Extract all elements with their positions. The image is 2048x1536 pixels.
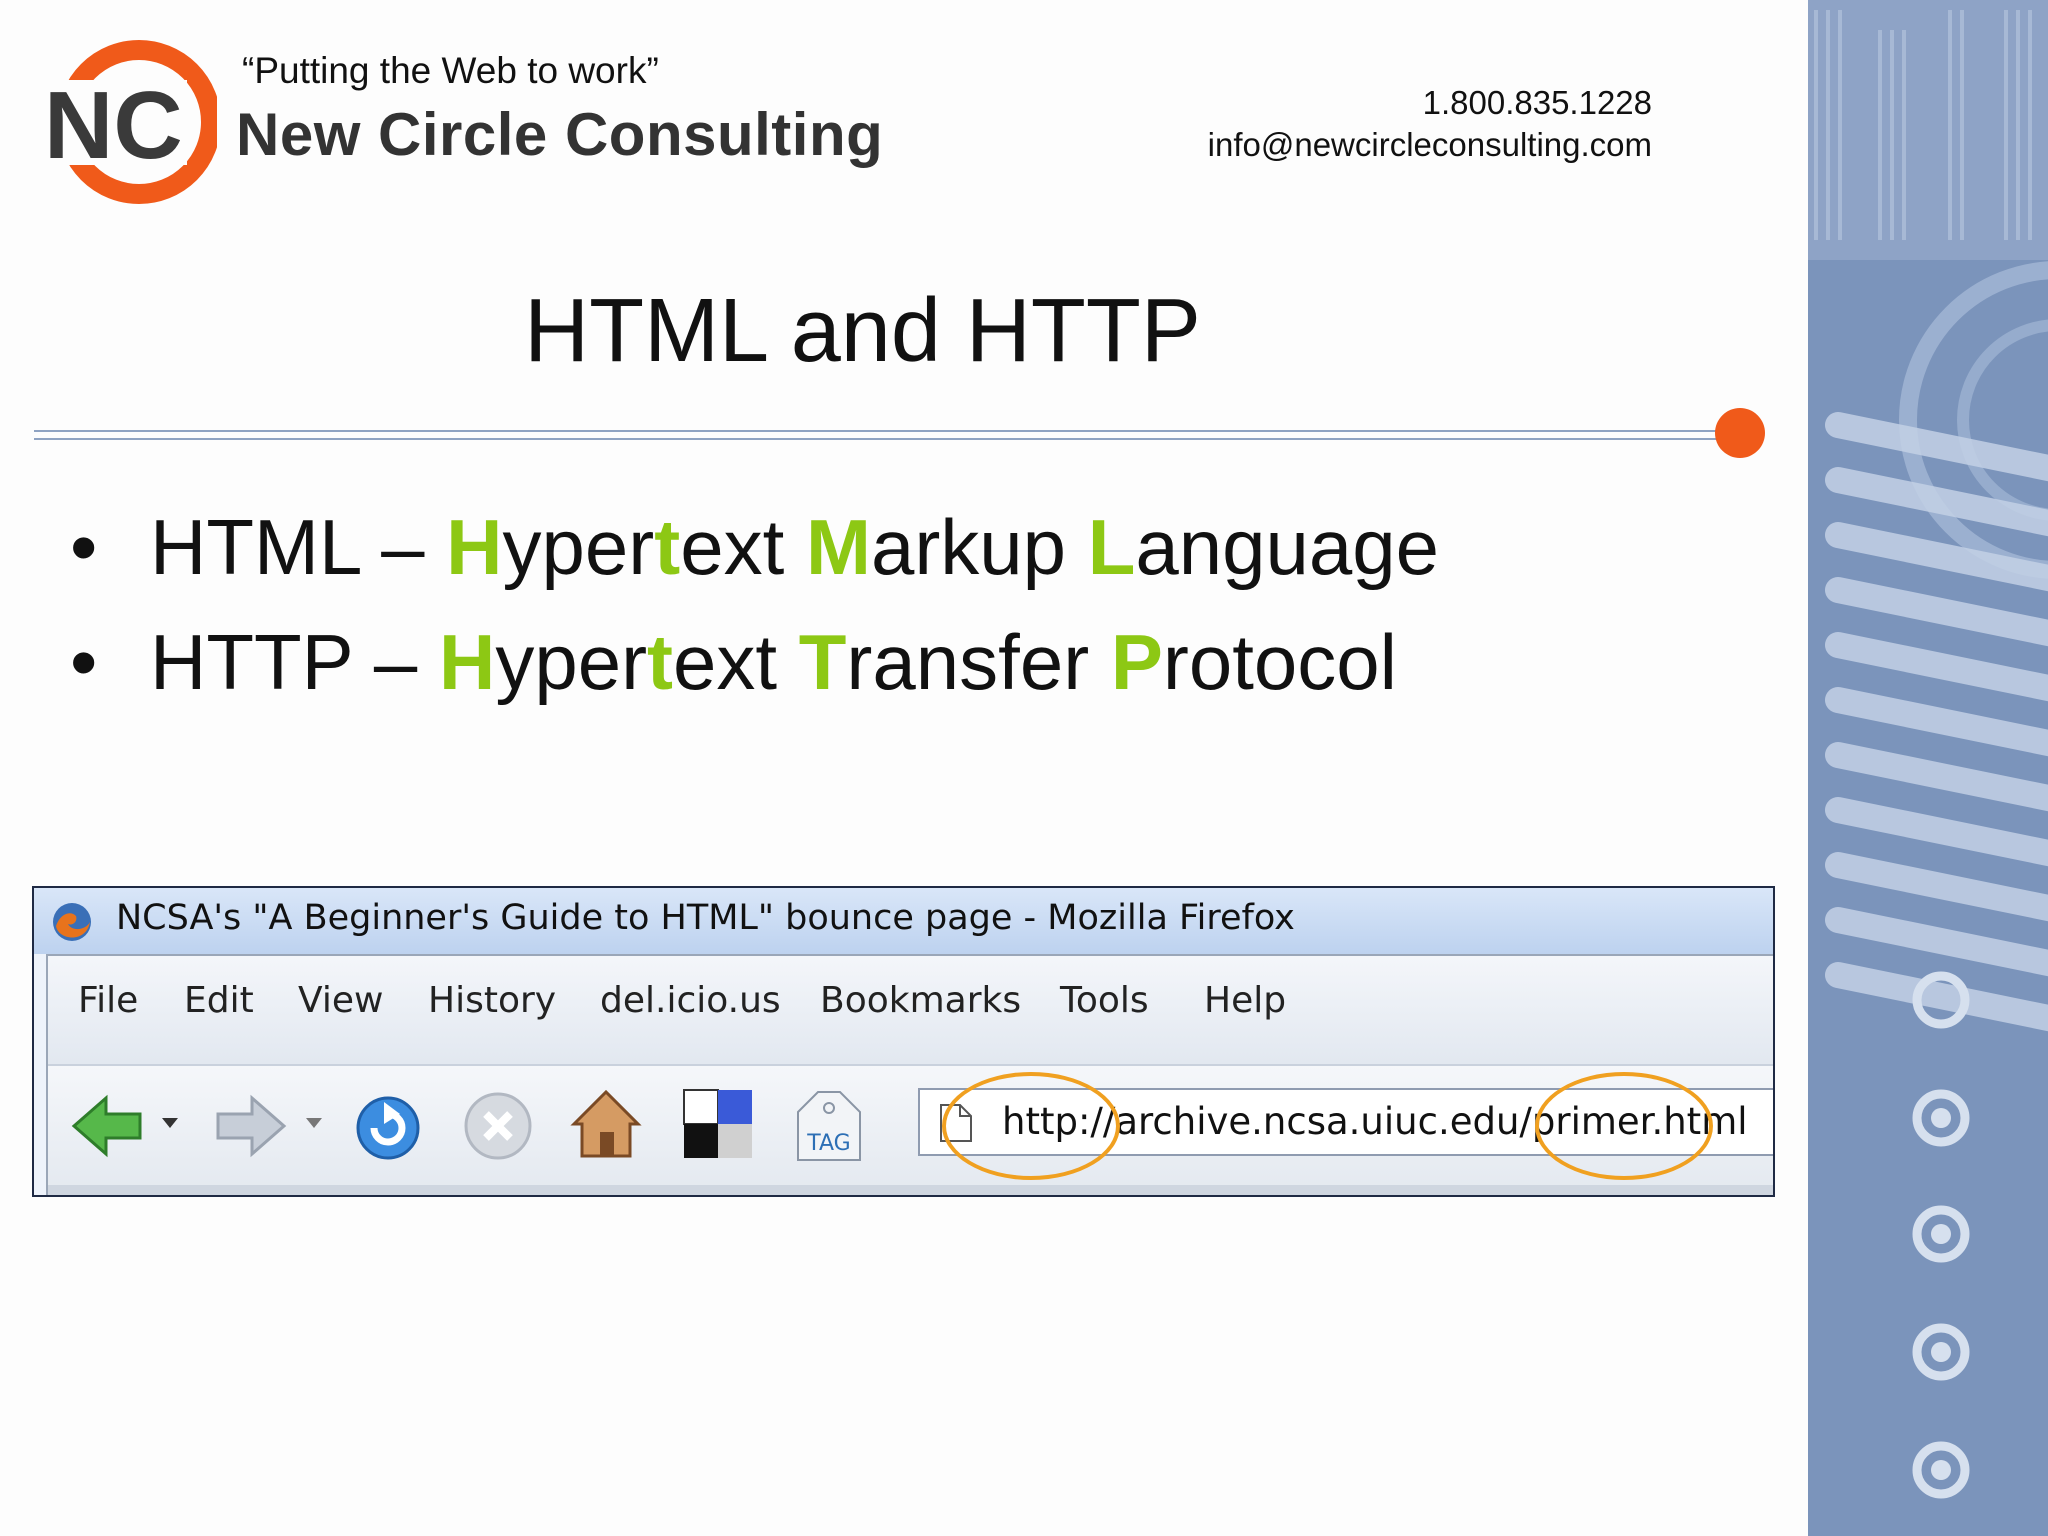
toolbar-bottom-edge: [48, 1185, 1773, 1195]
annotation-circle-extension: [1535, 1072, 1713, 1180]
back-dropdown-icon[interactable]: [160, 1116, 180, 1130]
bullet-html: • HTML – Hypertext Markup Language: [70, 490, 1439, 605]
bullet-marker: •: [70, 618, 98, 706]
bullet-list: • HTML – Hypertext Markup Language • HTT…: [70, 490, 1439, 720]
menu-edit[interactable]: Edit: [184, 980, 254, 1021]
svg-text:NC: NC: [44, 72, 183, 179]
browser-titlebar: NCSA's "A Beginner's Guide to HTML" boun…: [34, 888, 1773, 954]
bullet-http: • HTTP – Hypertext Transfer Protocol: [70, 605, 1439, 720]
firefox-icon: [53, 903, 91, 941]
company-name: New Circle Consulting: [236, 101, 884, 168]
bullet-marker: •: [70, 503, 98, 591]
back-arrow-icon[interactable]: [68, 1086, 148, 1166]
forward-dropdown-icon[interactable]: [304, 1116, 324, 1130]
reload-icon[interactable]: [350, 1086, 430, 1166]
bullet-text: HTML – Hypertext Markup Language: [150, 503, 1440, 591]
forward-arrow-icon[interactable]: [210, 1086, 290, 1166]
stop-icon[interactable]: [460, 1088, 536, 1164]
menu-bookmarks[interactable]: Bookmarks: [820, 980, 1021, 1021]
decorative-side-panel: [1808, 0, 2048, 1536]
window-title: NCSA's "A Beginner's Guide to HTML" boun…: [116, 898, 1295, 938]
nc-logo: NC: [42, 40, 217, 204]
email-address: info@newcircleconsulting.com: [1207, 126, 1652, 163]
annotation-circle-protocol: [942, 1072, 1120, 1180]
menu-history[interactable]: History: [428, 980, 556, 1021]
delicious-icon[interactable]: [682, 1088, 754, 1160]
browser-screenshot: NCSA's "A Beginner's Guide to HTML" boun…: [32, 886, 1775, 1197]
title-divider: [34, 430, 1724, 440]
menu-tools[interactable]: Tools: [1060, 980, 1149, 1021]
address-bar[interactable]: http://archive.ncsa.uiuc.edu/primer.html: [918, 1072, 1773, 1180]
menu-delicious[interactable]: del.icio.us: [600, 980, 781, 1021]
browser-chrome: File Edit View History del.icio.us Bookm…: [46, 954, 1773, 1195]
menu-help[interactable]: Help: [1204, 980, 1286, 1021]
tag-icon[interactable]: TAG: [794, 1088, 864, 1164]
navigation-toolbar: TAG http://archive.ncsa.uiuc.edu/primer.…: [48, 1066, 1773, 1190]
svg-text:TAG: TAG: [806, 1131, 850, 1156]
menu-view[interactable]: View: [298, 980, 383, 1021]
tagline: “Putting the Web to work”: [242, 50, 659, 91]
menu-file[interactable]: File: [78, 980, 138, 1021]
phone-number: 1.800.835.1228: [1422, 84, 1652, 121]
menu-bar: File Edit View History del.icio.us Bookm…: [48, 956, 1773, 1066]
bullet-text: HTTP – Hypertext Transfer Protocol: [150, 618, 1398, 706]
contact-info: 1.800.835.1228 info@newcircleconsulting.…: [1208, 82, 1652, 166]
home-icon[interactable]: [568, 1084, 644, 1164]
slide-title: HTML and HTTP: [524, 281, 1201, 381]
divider-dot: [1715, 408, 1765, 458]
